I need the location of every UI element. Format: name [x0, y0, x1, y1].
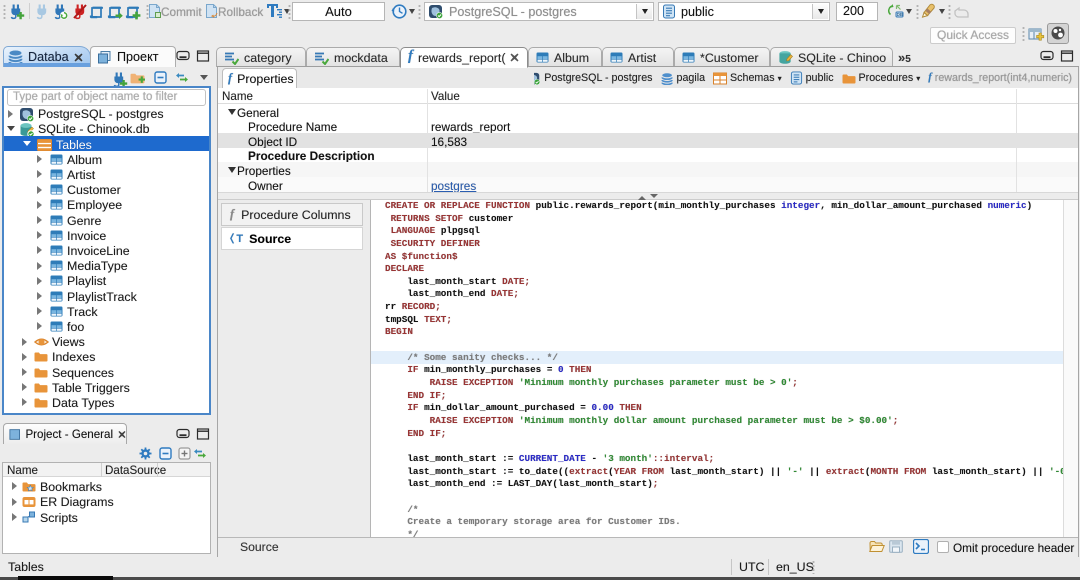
svg-text:DB: DB — [897, 12, 903, 17]
